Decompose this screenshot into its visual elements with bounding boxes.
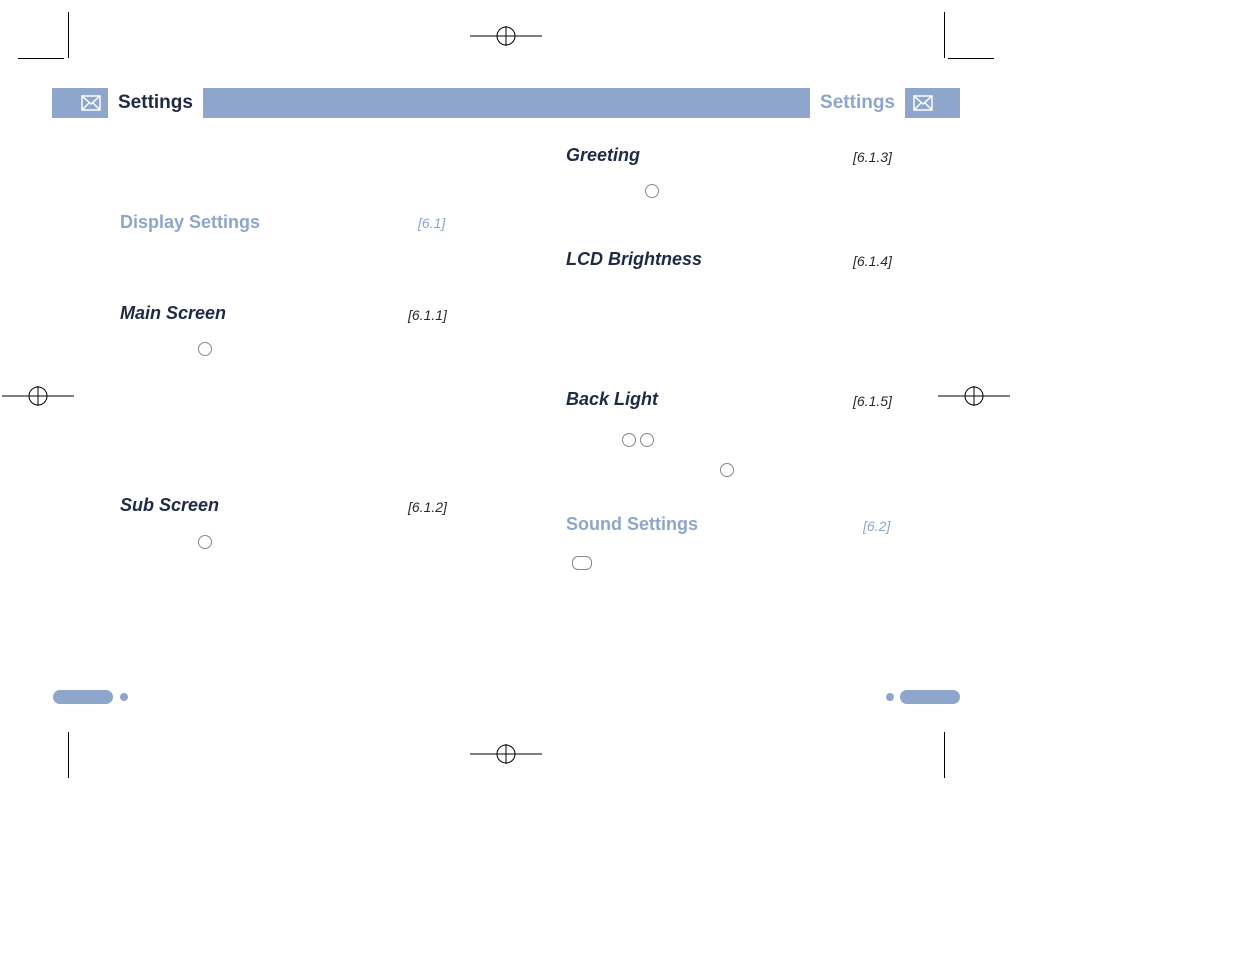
section-sound-settings: Sound Settings — [566, 514, 698, 535]
item-ref: [6.1.3] — [853, 149, 892, 165]
item-ref: [6.1.1] — [408, 307, 447, 323]
item-ref: [6.1.4] — [853, 253, 892, 269]
crop-mark — [944, 12, 945, 58]
section-ref: [6.2] — [863, 518, 890, 534]
ok-icon — [720, 463, 734, 477]
header-tab-left: Settings — [108, 88, 203, 118]
crop-mark — [944, 732, 945, 778]
page-decor — [900, 690, 960, 704]
page-decor-dot — [886, 693, 894, 701]
registration-mark — [470, 24, 542, 48]
ok-icon — [645, 184, 659, 198]
registration-mark — [2, 384, 74, 408]
ok-icon — [198, 535, 212, 549]
item-greeting: Greeting — [566, 145, 640, 166]
item-main-screen: Main Screen — [120, 303, 226, 324]
clear-icon — [572, 556, 592, 570]
mail-icon — [80, 92, 102, 114]
page-decor-dot — [120, 693, 128, 701]
item-lcd-brightness: LCD Brightness — [566, 249, 702, 270]
registration-mark — [938, 384, 1010, 408]
item-back-light: Back Light — [566, 389, 658, 410]
nav-icon — [640, 433, 654, 447]
header-title-right: Settings — [820, 92, 895, 114]
section-ref: [6.1] — [418, 215, 445, 231]
crop-mark — [68, 732, 69, 778]
nav-icon — [622, 433, 636, 447]
item-sub-screen: Sub Screen — [120, 495, 219, 516]
header-tab-right: Settings — [810, 88, 905, 118]
section-display-settings: Display Settings — [120, 212, 260, 233]
crop-mark — [18, 58, 64, 59]
crop-mark — [68, 12, 69, 58]
crop-mark — [948, 58, 994, 59]
ok-icon — [198, 342, 212, 356]
page-decor — [53, 690, 113, 704]
item-ref: [6.1.2] — [408, 499, 447, 515]
header-title-left: Settings — [118, 92, 193, 114]
registration-mark — [470, 742, 542, 766]
item-ref: [6.1.5] — [853, 393, 892, 409]
mail-icon — [912, 92, 934, 114]
